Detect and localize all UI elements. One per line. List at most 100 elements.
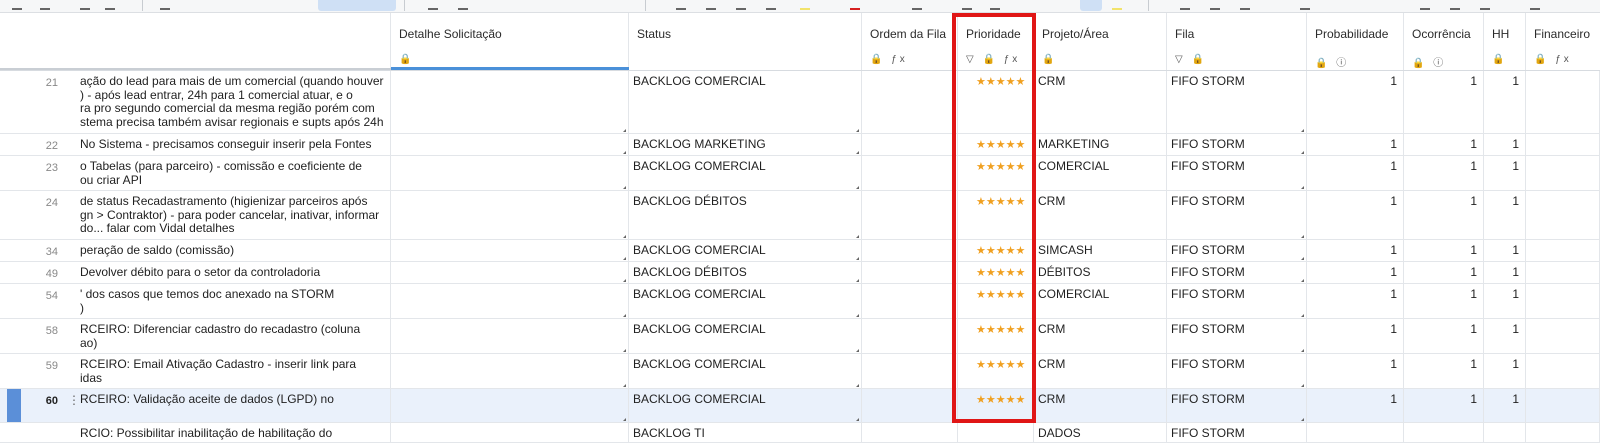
star-rating-icon[interactable]: ★★★★★ — [976, 76, 1025, 90]
toolbar-icon[interactable] — [912, 0, 922, 10]
cell-hh[interactable]: 1 — [1484, 262, 1526, 283]
star-rating-icon[interactable]: ★★★★★ — [976, 394, 1025, 408]
bold-icon[interactable] — [676, 0, 686, 10]
cell-desc[interactable]: 54 ' dos casos que temos doc anexado na S… — [0, 284, 391, 318]
row-menu-icon[interactable]: ⋮ — [68, 393, 80, 408]
highlight-color-icon[interactable] — [800, 0, 810, 10]
cell-prob[interactable]: 1 — [1307, 156, 1404, 190]
cell-status[interactable]: BACKLOG COMERCIAL — [629, 240, 862, 261]
strikethrough-icon[interactable] — [766, 0, 776, 10]
cell-ocor[interactable]: 1 — [1404, 262, 1484, 283]
cell-ordem[interactable] — [862, 262, 958, 283]
cell-ocor[interactable]: 1 — [1404, 156, 1484, 190]
cell-fila[interactable]: FIFO STORM — [1167, 284, 1307, 318]
toolbar-active-button[interactable] — [1080, 0, 1102, 11]
cell-prob[interactable]: 1 — [1307, 240, 1404, 261]
cell-prob[interactable] — [1307, 423, 1404, 442]
cell-prob[interactable]: 1 — [1307, 389, 1404, 422]
cell-projeto[interactable]: CRM — [1034, 319, 1167, 353]
star-rating-icon[interactable]: ★★★★★ — [976, 196, 1025, 210]
cell-status[interactable]: BACKLOG DÉBITOS — [629, 262, 862, 283]
cell-ordem[interactable] — [862, 240, 958, 261]
cell-detalhe[interactable] — [391, 389, 629, 422]
cell-projeto[interactable]: DÉBITOS — [1034, 262, 1167, 283]
cell-prio[interactable]: ★★★★★ — [958, 262, 1034, 283]
star-rating-icon[interactable]: ★★★★★ — [976, 289, 1025, 303]
cell-status[interactable]: BACKLOG COMERCIAL — [629, 71, 862, 133]
table-row[interactable]: 34 peração de saldo (comissão) BACKLOG COM… — [0, 240, 1600, 262]
cell-detalhe[interactable] — [391, 319, 629, 353]
cell-prio[interactable]: ★★★★★ — [958, 319, 1034, 353]
cell-fin[interactable] — [1526, 423, 1600, 442]
toolbar-icon[interactable] — [1300, 0, 1310, 10]
cell-ordem[interactable] — [862, 423, 958, 442]
cell-prio[interactable]: ★★★★★ — [958, 71, 1034, 133]
table-row[interactable]: ⋮ 60 RCEIRO: Validação aceite de dados (LG… — [0, 389, 1600, 423]
cell-ocor[interactable]: 1 — [1404, 284, 1484, 318]
toolbar-icon[interactable] — [1420, 0, 1430, 10]
cell-desc[interactable]: RCIO: Possibilitar inabilitação de habil… — [0, 423, 391, 442]
header-financeiro[interactable]: Financeiro 🔒 ƒx — [1526, 13, 1600, 71]
toolbar-icon[interactable] — [40, 0, 50, 10]
cell-prio[interactable]: ★★★★★ — [958, 354, 1034, 388]
header-hh[interactable]: HH 🔒 — [1484, 13, 1526, 71]
cell-ordem[interactable] — [862, 284, 958, 318]
header-detalhe-solicitacao[interactable]: Detalhe Solicitação 🔒 — [391, 13, 629, 71]
cell-status[interactable]: BACKLOG MARKETING — [629, 134, 862, 155]
toolbar-icon[interactable] — [1240, 0, 1250, 10]
cell-fila[interactable]: FIFO STORM — [1167, 319, 1307, 353]
cell-fila[interactable]: FIFO STORM — [1167, 134, 1307, 155]
star-rating-icon[interactable]: ★★★★★ — [976, 359, 1025, 373]
cell-ordem[interactable] — [862, 389, 958, 422]
cell-desc[interactable]: 22 No Sistema - precisamos conseguir inse… — [0, 134, 391, 155]
cell-status[interactable]: BACKLOG COMERCIAL — [629, 389, 862, 422]
cell-prob[interactable]: 1 — [1307, 284, 1404, 318]
text-color-icon[interactable] — [850, 0, 860, 10]
cell-prob[interactable]: 1 — [1307, 319, 1404, 353]
cell-prio[interactable] — [958, 423, 1034, 442]
cell-fila[interactable]: FIFO STORM — [1167, 156, 1307, 190]
cell-fila[interactable]: FIFO STORM — [1167, 240, 1307, 261]
cell-projeto[interactable]: DADOS — [1034, 423, 1167, 442]
table-row[interactable]: 21 ação do lead para mais de um comercial… — [0, 71, 1600, 134]
toolbar-icon[interactable] — [160, 0, 170, 10]
cell-hh[interactable]: 1 — [1484, 319, 1526, 353]
cell-detalhe[interactable] — [391, 423, 629, 442]
toolbar-icon[interactable] — [1210, 0, 1220, 10]
star-rating-icon[interactable]: ★★★★★ — [976, 267, 1025, 281]
cell-detalhe[interactable] — [391, 71, 629, 133]
cell-fila[interactable]: FIFO STORM — [1167, 262, 1307, 283]
toolbar-icon[interactable] — [1180, 0, 1190, 10]
cell-fin[interactable] — [1526, 71, 1600, 133]
star-rating-icon[interactable]: ★★★★★ — [976, 139, 1025, 153]
cell-fin[interactable] — [1526, 240, 1600, 261]
cell-fin[interactable] — [1526, 156, 1600, 190]
table-row[interactable]: 54 ' dos casos que temos doc anexado na S… — [0, 284, 1600, 319]
cell-detalhe[interactable] — [391, 240, 629, 261]
header-primary-column[interactable] — [0, 13, 391, 71]
cell-fin[interactable] — [1526, 191, 1600, 239]
star-rating-icon[interactable]: ★★★★★ — [976, 161, 1025, 175]
cell-fila[interactable]: FIFO STORM — [1167, 71, 1307, 133]
cell-fin[interactable] — [1526, 389, 1600, 422]
cell-hh[interactable]: 1 — [1484, 240, 1526, 261]
cell-hh[interactable]: 1 — [1484, 354, 1526, 388]
table-row[interactable]: 24 de status Recadastramento (higienizar … — [0, 191, 1600, 240]
cell-detalhe[interactable] — [391, 284, 629, 318]
cell-status[interactable]: BACKLOG COMERCIAL — [629, 354, 862, 388]
toolbar-icon[interactable] — [1480, 0, 1490, 10]
cell-prio[interactable]: ★★★★★ — [958, 134, 1034, 155]
cell-ocor[interactable]: 1 — [1404, 240, 1484, 261]
cell-fila[interactable]: FIFO STORM — [1167, 354, 1307, 388]
header-projeto-area[interactable]: Projeto/Área 🔒 — [1034, 13, 1167, 71]
cell-prob[interactable]: 1 — [1307, 262, 1404, 283]
cell-prob[interactable]: 1 — [1307, 191, 1404, 239]
toolbar-active-button[interactable] — [318, 0, 396, 11]
cell-fin[interactable] — [1526, 319, 1600, 353]
cell-desc[interactable]: 23 o Tabelas (para parceiro) - comissão e… — [0, 156, 391, 190]
cell-fila[interactable]: FIFO STORM — [1167, 389, 1307, 422]
cell-status[interactable]: BACKLOG COMERCIAL — [629, 284, 862, 318]
cell-ordem[interactable] — [862, 156, 958, 190]
cell-desc[interactable]: 59 RCEIRO: Email Ativação Cadastro - inse… — [0, 354, 391, 388]
cell-detalhe[interactable] — [391, 191, 629, 239]
